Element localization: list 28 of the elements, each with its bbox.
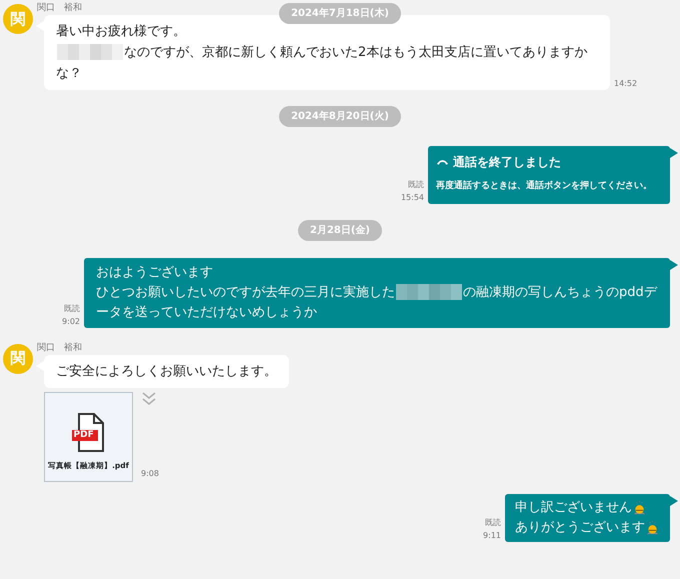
message-text: ご安全によろしくお願いいたします。 xyxy=(56,362,277,380)
avatar: 関 xyxy=(3,4,33,34)
message-time: 14:52 xyxy=(614,78,638,90)
pdf-label: PDF xyxy=(74,430,94,440)
message-time: 9:11 xyxy=(483,530,501,542)
call-note: 再度通話するときは、通話ボタンを押してください。 xyxy=(436,180,653,193)
bowing-emoji-icon xyxy=(632,500,647,515)
bowing-emoji-icon xyxy=(645,520,660,535)
read-receipt: 既読 xyxy=(408,178,424,190)
read-receipt: 既読 xyxy=(64,302,80,314)
sender-name: 関口 裕和 xyxy=(37,2,82,15)
date-label: 2月28日(金) xyxy=(298,220,382,240)
message-text: おはようございます ひとつお願いしたいのですが去年の三月に実施した の融凍期の写しんちょうのpddデータを送っていただけないめしょうか xyxy=(96,264,658,322)
document-icon xyxy=(72,412,106,452)
message-time: 15:54 xyxy=(400,192,424,204)
message-time: 9:02 xyxy=(62,316,80,328)
message-time: 9:08 xyxy=(141,468,159,480)
phone-icon xyxy=(436,158,449,166)
message-text: ありがとうございます xyxy=(515,518,645,536)
read-receipt: 既読 xyxy=(485,516,501,528)
date-label: 2024年8月20日(火) xyxy=(279,106,401,127)
date-label: 2024年7月18日(木) xyxy=(279,3,401,24)
call-status: 通話を終了しました xyxy=(453,154,561,171)
sender-name: 関口 裕和 xyxy=(37,342,82,354)
double-chevron-icon[interactable] xyxy=(141,392,157,406)
avatar: 関 xyxy=(3,344,33,374)
message-text: 暑い中お疲れ様です。 なのですが、京都に新しく頼んでおいた2本はもう太田支店に置いてありますかな？ xyxy=(56,23,588,83)
message-text: 申し訳ございません xyxy=(515,498,632,516)
